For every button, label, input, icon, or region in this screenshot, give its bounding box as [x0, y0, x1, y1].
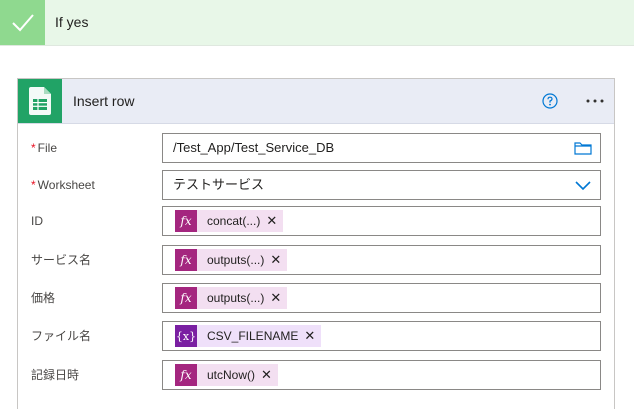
function-icon: fx — [175, 249, 197, 271]
expression-token[interactable]: fx outputs(...) ✕ — [175, 287, 288, 309]
file-name-row: ファイル名 {x} CSV_FILENAME ✕ — [18, 321, 614, 351]
token-label: CSV_FILENAME — [207, 329, 299, 343]
price-field[interactable]: fx outputs(...) ✕ — [162, 283, 601, 313]
checkmark-icon — [0, 0, 45, 45]
chevron-down-icon[interactable] — [574, 177, 592, 193]
token-label: outputs(...) — [207, 253, 265, 267]
function-icon: fx — [175, 364, 197, 386]
variable-token[interactable]: {x} CSV_FILENAME ✕ — [175, 325, 322, 347]
folder-icon[interactable] — [574, 140, 592, 156]
expression-token[interactable]: fx utcNow() ✕ — [175, 364, 278, 386]
file-name-field[interactable]: {x} CSV_FILENAME ✕ — [162, 321, 601, 351]
action-title: Insert row — [73, 93, 135, 109]
service-name-field[interactable]: fx outputs(...) ✕ — [162, 245, 601, 275]
worksheet-value: テストサービス — [173, 177, 265, 192]
close-icon[interactable]: ✕ — [261, 367, 278, 383]
insert-row-action-card: Insert row * File /Test_App/Test_Service_… — [17, 78, 615, 409]
token-label: outputs(...) — [207, 291, 265, 305]
required-marker: * — [31, 178, 36, 192]
branch-title: If yes — [55, 14, 89, 30]
close-icon[interactable]: ✕ — [270, 290, 287, 306]
close-icon[interactable]: ✕ — [304, 328, 321, 344]
close-icon[interactable]: ✕ — [270, 252, 287, 268]
condition-branch-header[interactable]: If yes — [0, 0, 634, 46]
service-name-row: サービス名 fx outputs(...) ✕ — [18, 245, 614, 275]
worksheet-dropdown[interactable]: テストサービス — [162, 170, 601, 200]
more-options-icon[interactable] — [585, 93, 605, 109]
help-circle-icon[interactable] — [542, 93, 558, 109]
recorded-datetime-field[interactable]: fx utcNow() ✕ — [162, 360, 601, 390]
file-field[interactable]: /Test_App/Test_Service_DB — [162, 133, 601, 163]
id-label: ID — [31, 214, 43, 228]
expression-token[interactable]: fx outputs(...) ✕ — [175, 249, 288, 271]
file-label: * File — [31, 141, 58, 155]
id-row: ID fx concat(...) ✕ — [18, 206, 614, 236]
variable-icon: {x} — [175, 325, 197, 347]
function-icon: fx — [175, 287, 197, 309]
google-sheets-icon — [18, 79, 62, 123]
token-label: concat(...) — [207, 214, 261, 228]
price-row: 価格 fx outputs(...) ✕ — [18, 283, 614, 313]
file-row: * File /Test_App/Test_Service_DB — [18, 133, 614, 163]
worksheet-label: * Worksheet — [31, 178, 95, 192]
recorded-datetime-row: 記録日時 fx utcNow() ✕ — [18, 360, 614, 390]
expression-token[interactable]: fx concat(...) ✕ — [175, 210, 284, 232]
close-icon[interactable]: ✕ — [266, 213, 283, 229]
recorded-datetime-label: 記録日時 — [31, 368, 80, 382]
service-name-label: サービス名 — [31, 253, 92, 267]
token-label: utcNow() — [207, 368, 256, 382]
worksheet-row: * Worksheet テストサービス — [18, 170, 614, 200]
required-marker: * — [31, 141, 36, 155]
file-value: /Test_App/Test_Service_DB — [173, 140, 335, 155]
function-icon: fx — [175, 210, 197, 232]
file-name-label: ファイル名 — [31, 329, 92, 343]
price-label: 価格 — [31, 291, 56, 305]
action-header[interactable]: Insert row — [18, 79, 614, 124]
id-field[interactable]: fx concat(...) ✕ — [162, 206, 601, 236]
